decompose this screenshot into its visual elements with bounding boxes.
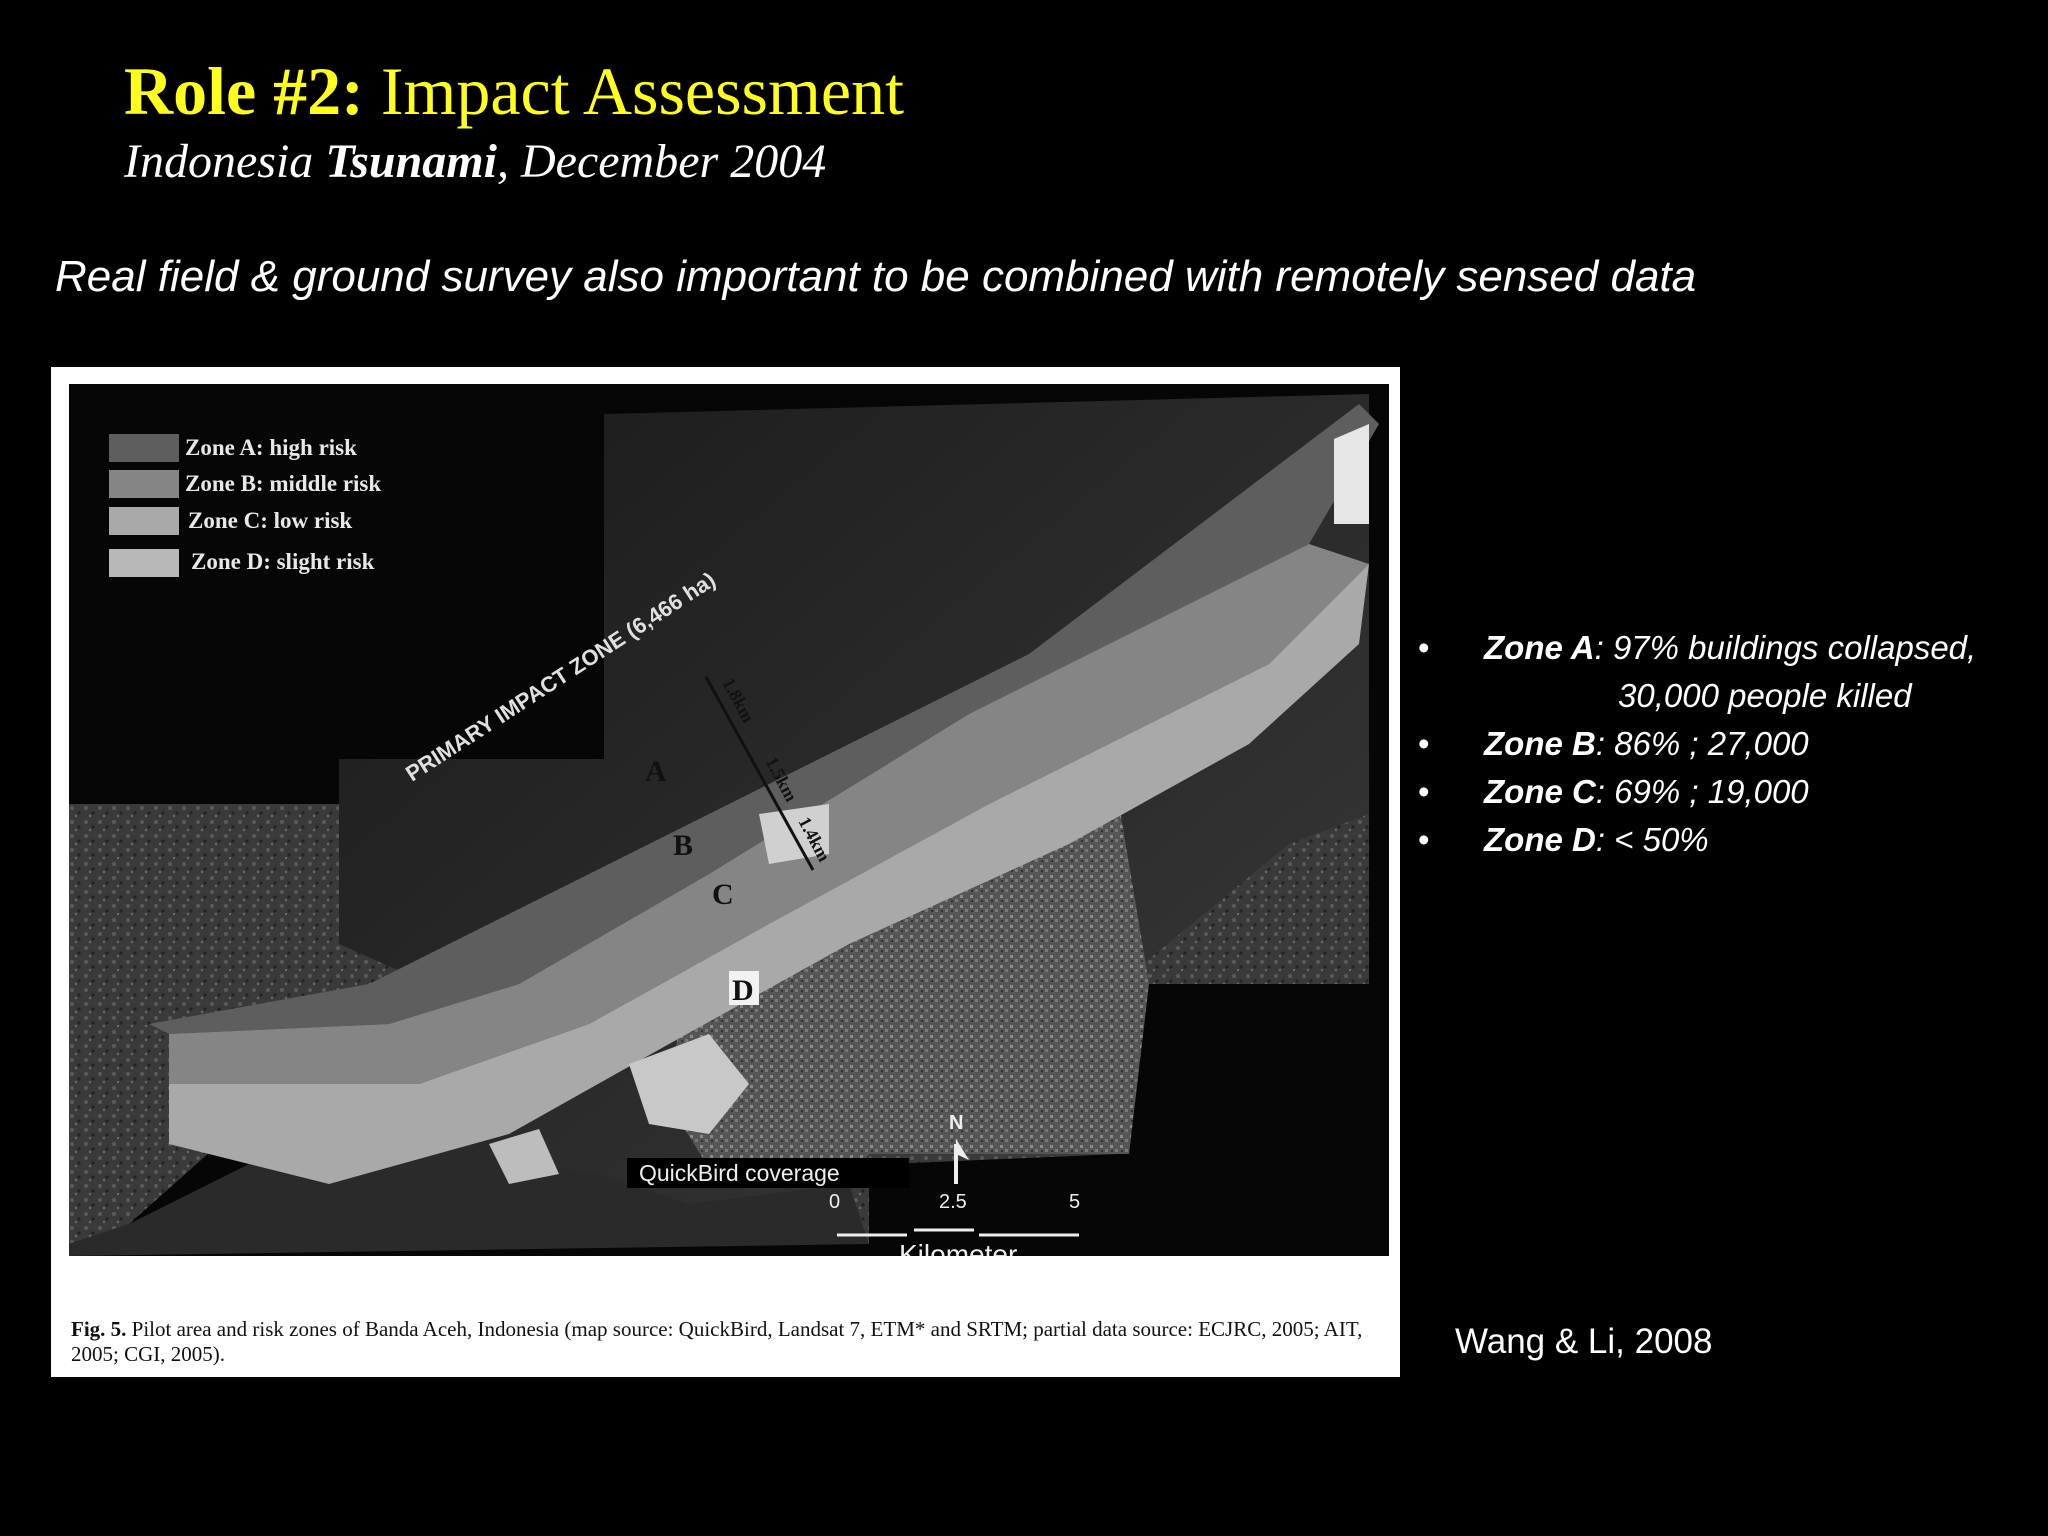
subtitle-suffix: , December 2004: [496, 135, 827, 188]
list-item: • Zone D: < 50%: [1418, 816, 1976, 864]
slide-title: Role #2: Impact Assessment: [124, 52, 904, 130]
scale-unit: Kilometer: [899, 1239, 1017, 1256]
legend-swatch-b: [109, 470, 179, 498]
zone-name: Zone C: [1484, 773, 1596, 810]
legend-swatch-a: [109, 434, 179, 462]
zone-stats-list: • Zone A: 97% buildings collapsed, 30,000…: [1418, 624, 1976, 864]
risk-zone-map: Zone A: high risk Zone B: middle risk Zo…: [69, 384, 1389, 1256]
scale-tick-end: 5: [1069, 1191, 1080, 1213]
bullet-icon: •: [1418, 773, 1430, 810]
zone-name: Zone D: [1484, 821, 1596, 858]
legend-label-b: Zone B: middle risk: [185, 471, 381, 496]
bullet-icon: •: [1418, 629, 1430, 666]
zone-letter-c: C: [712, 878, 734, 911]
zone-letter-b: B: [673, 829, 693, 862]
zone-letter-a: A: [645, 755, 667, 788]
zone-detail: : 69% ; 19,000: [1595, 773, 1809, 810]
scale-tick-mid: 2.5: [939, 1191, 967, 1213]
title-bold: Role #2:: [124, 53, 364, 129]
north-label: N: [949, 1112, 963, 1134]
zone-detail: : < 50%: [1595, 821, 1709, 858]
zone-detail-cont: 30,000 people killed: [1618, 677, 1912, 714]
lead-text: Real field & ground survey also importan…: [55, 252, 1697, 301]
legend-label-d: Zone D: slight risk: [191, 549, 375, 574]
zone-detail: : 97% buildings collapsed,: [1594, 629, 1977, 666]
coverage-label: QuickBird coverage: [639, 1160, 840, 1186]
figure-panel: Zone A: high risk Zone B: middle risk Zo…: [51, 367, 1400, 1377]
legend-swatch-c: [109, 507, 179, 535]
zone-name: Zone A: [1484, 629, 1595, 666]
scale-tick-0: 0: [829, 1191, 840, 1213]
source-credit: Wang & Li, 2008: [1455, 1322, 1713, 1361]
zone-name: Zone B: [1484, 725, 1596, 762]
legend-label-a: Zone A: high risk: [185, 435, 357, 460]
figure-caption: Fig. 5. Pilot area and risk zones of Ban…: [71, 1317, 1389, 1367]
legend-label-c: Zone C: low risk: [188, 508, 352, 533]
bullet-icon: •: [1418, 821, 1430, 858]
legend-swatch-d: [109, 549, 179, 577]
subtitle-prefix: Indonesia: [124, 135, 326, 188]
list-item: • Zone A: 97% buildings collapsed,: [1418, 624, 1976, 672]
caption-text: Pilot area and risk zones of Banda Aceh,…: [71, 1317, 1363, 1367]
zone-letter-d: D: [732, 974, 754, 1007]
list-item: 30,000 people killed: [1418, 672, 1976, 720]
slide-subtitle: Indonesia Tsunami, December 2004: [124, 134, 826, 189]
list-item: • Zone C: 69% ; 19,000: [1418, 768, 1976, 816]
subtitle-bold: Tsunami: [325, 135, 497, 188]
list-item: • Zone B: 86% ; 27,000: [1418, 720, 1976, 768]
bullet-icon: •: [1418, 725, 1430, 762]
zone-detail: : 86% ; 27,000: [1595, 725, 1809, 762]
title-rest: Impact Assessment: [363, 53, 904, 129]
coverage-corner: [1334, 424, 1369, 524]
caption-label: Fig. 5.: [71, 1317, 127, 1341]
